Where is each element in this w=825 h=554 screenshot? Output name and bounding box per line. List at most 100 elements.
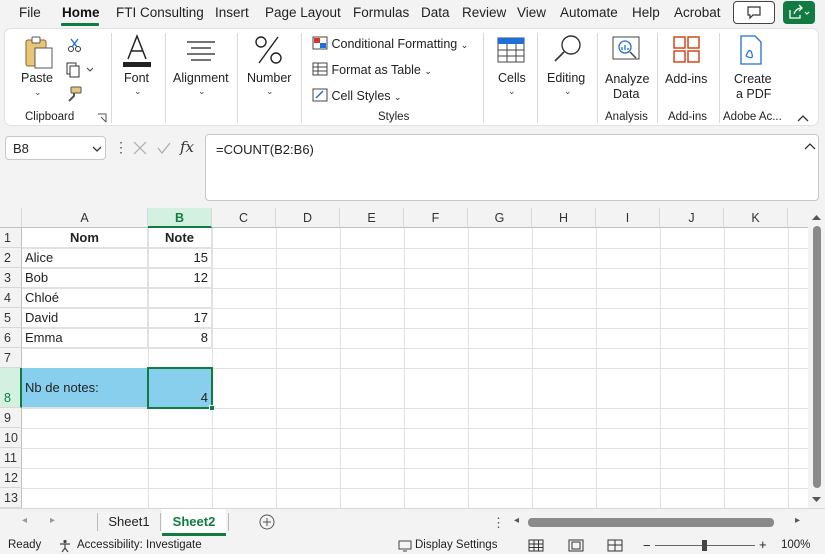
tab-formulas[interactable]: Formulas xyxy=(353,5,409,20)
zoom-out-icon[interactable]: − xyxy=(643,538,651,553)
comments-button[interactable] xyxy=(733,1,775,24)
conditional-formatting-button[interactable]: Conditional Formatting ⌄ xyxy=(312,36,468,51)
column-header-i[interactable]: I xyxy=(596,208,660,228)
cell-a1[interactable]: Nom xyxy=(22,228,148,248)
collapse-ribbon-icon[interactable] xyxy=(797,114,809,122)
cell-a8[interactable]: Nb de notes: xyxy=(22,368,148,408)
add-sheet-icon[interactable] xyxy=(259,514,275,530)
display-settings[interactable]: Display Settings xyxy=(415,539,497,551)
alignment-button[interactable]: Alignment ⌄ xyxy=(169,33,233,103)
tab-page-layout[interactable]: Page Layout xyxy=(265,5,341,20)
column-header-f[interactable]: F xyxy=(404,208,468,228)
select-all-corner[interactable] xyxy=(0,208,22,228)
more-options-icon[interactable]: ⋮ xyxy=(492,515,505,531)
format-painter-icon[interactable] xyxy=(65,85,83,103)
sheet-tab-sheet2[interactable]: Sheet2 xyxy=(162,509,226,536)
tab-fti-consulting[interactable]: FTI Consulting xyxy=(116,5,204,20)
cell-a4[interactable]: Chloé xyxy=(22,288,148,308)
row-header-3[interactable]: 3 xyxy=(0,268,22,288)
tab-file[interactable]: File xyxy=(19,5,41,20)
cell-b5[interactable]: 17 xyxy=(148,308,212,328)
scroll-right-icon[interactable]: ▸ xyxy=(795,515,800,526)
horizontal-scroll-thumb[interactable] xyxy=(528,518,774,527)
row-header-9[interactable]: 9 xyxy=(0,408,22,428)
page-break-view-icon[interactable] xyxy=(607,539,623,552)
enter-icon[interactable] xyxy=(156,140,172,156)
row-header-8[interactable]: 8 xyxy=(0,368,22,408)
sheet-tab-sheet1[interactable]: Sheet1 xyxy=(100,509,158,536)
scroll-down-icon[interactable] xyxy=(808,494,825,506)
editing-button[interactable]: Editing ⌄ xyxy=(541,33,593,103)
row-header-7[interactable]: 7 xyxy=(0,348,22,368)
zoom-slider-thumb[interactable] xyxy=(702,540,707,551)
fill-handle[interactable] xyxy=(209,405,215,411)
next-sheet-icon[interactable]: ▸ xyxy=(50,515,55,526)
tab-view[interactable]: View xyxy=(517,5,546,20)
column-header-a[interactable]: A xyxy=(22,208,148,228)
tab-insert[interactable]: Insert xyxy=(215,5,249,20)
collapse-formula-icon[interactable] xyxy=(804,142,816,150)
column-header-b[interactable]: B xyxy=(148,208,212,228)
analyze-data-button[interactable]: Analyze Data xyxy=(601,33,651,105)
format-as-table-button[interactable]: Format as Table ⌄ xyxy=(312,62,432,77)
copy-icon[interactable] xyxy=(65,62,93,78)
cell-a6[interactable]: Emma xyxy=(22,328,148,348)
font-button[interactable]: Font ⌄ xyxy=(115,33,159,103)
row-header-2[interactable]: 2 xyxy=(0,248,22,268)
worksheet-grid[interactable]: A B C D E F G H I J K 1 2 3 4 5 6 7 8 9 … xyxy=(0,208,808,508)
chevron-down-icon[interactable] xyxy=(92,145,102,153)
cell-a2[interactable]: Alice xyxy=(22,248,148,268)
cell-b1[interactable]: Note xyxy=(148,228,212,248)
tab-review[interactable]: Review xyxy=(462,5,506,20)
formula-input[interactable]: =COUNT(B2:B6) xyxy=(205,134,819,201)
column-header-d[interactable]: D xyxy=(276,208,340,228)
cell-a3[interactable]: Bob xyxy=(22,268,148,288)
scroll-up-icon[interactable] xyxy=(808,211,825,223)
tab-automate[interactable]: Automate xyxy=(560,5,618,20)
zoom-level[interactable]: 100% xyxy=(781,539,810,551)
cell-styles-button[interactable]: Cell Styles ⌄ xyxy=(312,88,402,103)
tab-acrobat[interactable]: Acrobat xyxy=(674,5,721,20)
tab-help[interactable]: Help xyxy=(632,5,660,20)
cell-b3[interactable]: 12 xyxy=(148,268,212,288)
row-header-4[interactable]: 4 xyxy=(0,288,22,308)
column-header-g[interactable]: G xyxy=(468,208,532,228)
name-box[interactable]: B8 xyxy=(5,136,106,160)
column-header-k[interactable]: K xyxy=(724,208,788,228)
accessibility-status[interactable]: Accessibility: Investigate xyxy=(77,539,202,551)
row-header-11[interactable]: 11 xyxy=(0,448,22,468)
addins-button[interactable]: Add-ins xyxy=(661,33,713,105)
insert-function-icon[interactable]: fx xyxy=(180,138,194,156)
row-header-10[interactable]: 10 xyxy=(0,428,22,448)
vertical-scroll-thumb[interactable] xyxy=(813,226,821,488)
page-layout-view-icon[interactable] xyxy=(568,539,584,552)
previous-sheet-icon[interactable]: ◂ xyxy=(22,515,27,526)
cell-b2[interactable]: 15 xyxy=(148,248,212,268)
column-header-next[interactable] xyxy=(788,208,808,228)
share-button[interactable] xyxy=(783,1,815,24)
scroll-left-icon[interactable]: ◂ xyxy=(514,515,519,526)
column-header-c[interactable]: C xyxy=(212,208,276,228)
cell-b4[interactable] xyxy=(148,288,212,308)
paste-button[interactable]: Paste ⌄ xyxy=(17,35,61,101)
zoom-in-icon[interactable]: + xyxy=(759,537,767,552)
cell-a5[interactable]: David xyxy=(22,308,148,328)
tab-data[interactable]: Data xyxy=(421,5,450,20)
normal-view-icon[interactable] xyxy=(528,539,544,552)
tab-home[interactable]: Home xyxy=(62,5,100,20)
cell-b8[interactable]: 4 xyxy=(148,368,212,408)
column-header-e[interactable]: E xyxy=(340,208,404,228)
row-header-5[interactable]: 5 xyxy=(0,308,22,328)
column-header-j[interactable]: J xyxy=(660,208,724,228)
number-button[interactable]: Number ⌄ xyxy=(241,33,297,103)
dialog-launcher-icon[interactable] xyxy=(97,113,107,123)
cancel-icon[interactable] xyxy=(132,140,148,156)
cell-b6[interactable]: 8 xyxy=(148,328,212,348)
row-header-1[interactable]: 1 xyxy=(0,228,22,248)
create-pdf-button[interactable]: Create a PDF xyxy=(723,33,779,105)
row-header-13[interactable]: 13 xyxy=(0,488,22,508)
row-header-6[interactable]: 6 xyxy=(0,328,22,348)
row-header-12[interactable]: 12 xyxy=(0,468,22,488)
cut-icon[interactable] xyxy=(67,37,83,53)
column-header-h[interactable]: H xyxy=(532,208,596,228)
